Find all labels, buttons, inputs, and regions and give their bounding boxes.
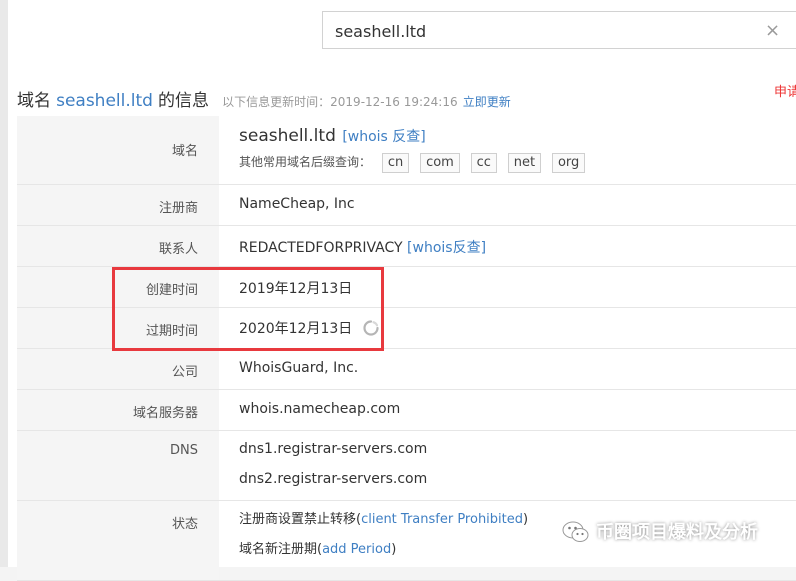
page-title: 域名 seashell.ltd 的信息 以下信息更新时间：2019-12-16 … bbox=[17, 86, 511, 111]
title-prefix: 域名 bbox=[17, 91, 51, 111]
row-label: 域名 bbox=[17, 116, 219, 185]
row-label: 状态 bbox=[17, 500, 219, 581]
table-row: 过期时间 2020年12月13日 bbox=[17, 307, 796, 349]
status-link-add-period[interactable]: add Period bbox=[322, 542, 391, 557]
row-label: 创建时间 bbox=[17, 266, 219, 308]
row-value: seashell.ltd [whois 反查] 其他常用域名后缀查询： cn c… bbox=[219, 116, 796, 185]
suffix-tag-net[interactable]: net bbox=[507, 153, 542, 173]
suffix-label: 其他常用域名后缀查询： bbox=[239, 155, 372, 169]
table-row: 联系人 REDACTEDFORPRIVACY [whois反查] bbox=[17, 225, 796, 267]
table-row: 域名服务器 whois.namecheap.com bbox=[17, 389, 796, 431]
row-label: 过期时间 bbox=[17, 307, 219, 349]
whois-table: 域名 seashell.ltd [whois 反查] 其他常用域名后缀查询： c… bbox=[17, 116, 796, 581]
row-label: 注册商 bbox=[17, 184, 219, 226]
row-label: 联系人 bbox=[17, 225, 219, 267]
table-row: 注册商 NameCheap, Inc bbox=[17, 184, 796, 226]
status-link-client-transfer-prohibited[interactable]: client Transfer Prohibited bbox=[361, 512, 523, 527]
suffix-tag-org[interactable]: org bbox=[551, 153, 586, 173]
dns-server-1: dns1.registrar-servers.com bbox=[239, 440, 428, 457]
row-label: 域名服务器 bbox=[17, 389, 219, 431]
table-row: 域名 seashell.ltd [whois 反查] 其他常用域名后缀查询： c… bbox=[17, 116, 796, 185]
apply-link[interactable]: 申请 bbox=[774, 81, 796, 100]
refresh-spinner-icon bbox=[363, 319, 379, 340]
contact-value: REDACTEDFORPRIVACY bbox=[239, 239, 403, 256]
watermark-text: 币圈项目爆料及分析 bbox=[596, 522, 758, 543]
table-row: 公司 WhoisGuard, Inc. bbox=[17, 348, 796, 390]
domain-value: seashell.ltd bbox=[239, 126, 336, 146]
search-box: × bbox=[322, 11, 796, 50]
suffix-tag-com[interactable]: com bbox=[420, 153, 460, 173]
whois-server-value: whois.namecheap.com bbox=[219, 389, 796, 431]
title-domain: seashell.ltd bbox=[56, 91, 153, 111]
suffix-tag-cc[interactable]: cc bbox=[470, 153, 497, 173]
row-label: 公司 bbox=[17, 348, 219, 390]
update-time-label: 以下信息更新时间：2019-12-16 19:24:16 bbox=[222, 95, 458, 109]
search-input[interactable] bbox=[333, 12, 737, 50]
whois-panel: 域名 seashell.ltd 的信息 以下信息更新时间：2019-12-16 … bbox=[8, 68, 796, 581]
table-row: DNS dns1.registrar-servers.com dns2.regi… bbox=[17, 430, 796, 501]
row-value: dns1.registrar-servers.com dns2.registra… bbox=[219, 430, 796, 501]
whois-reverse-link[interactable]: [whois 反查] bbox=[342, 129, 425, 145]
left-edge-strip bbox=[0, 0, 8, 567]
title-suffix: 的信息 bbox=[158, 91, 210, 111]
expires-date: 2020年12月13日 bbox=[239, 320, 353, 337]
row-value: REDACTEDFORPRIVACY [whois反查] bbox=[219, 225, 796, 267]
wechat-logo-icon bbox=[562, 521, 589, 542]
registrar-value: NameCheap, Inc bbox=[219, 184, 796, 226]
company-value: WhoisGuard, Inc. bbox=[219, 348, 796, 390]
suffix-tag-cn[interactable]: cn bbox=[381, 153, 410, 173]
dns-server-2: dns2.registrar-servers.com bbox=[239, 470, 428, 487]
table-row: 创建时间 2019年12月13日 bbox=[17, 266, 796, 308]
row-label: DNS bbox=[17, 430, 219, 501]
suffix-query: 其他常用域名后缀查询： cn com cc net org bbox=[239, 153, 796, 173]
wechat-watermark: 币圈项目爆料及分析 bbox=[562, 518, 758, 544]
row-value: 2020年12月13日 bbox=[219, 307, 796, 349]
created-date: 2019年12月13日 bbox=[219, 266, 796, 308]
clear-icon[interactable]: × bbox=[765, 20, 780, 41]
refresh-now-link[interactable]: 立即更新 bbox=[463, 95, 511, 109]
contact-whois-reverse-link[interactable]: [whois反查] bbox=[407, 240, 486, 256]
